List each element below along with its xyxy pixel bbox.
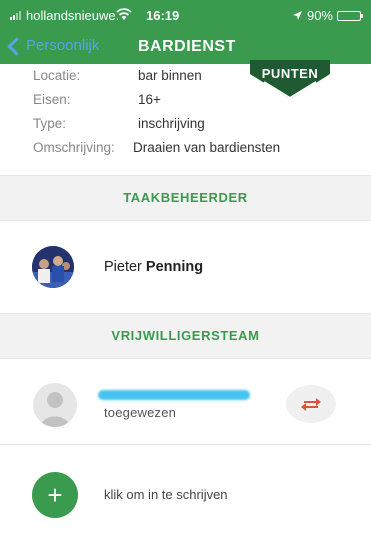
person-placeholder-icon — [41, 392, 69, 427]
volunteer-avatar[interactable] — [33, 383, 77, 427]
manager-avatar[interactable] — [32, 246, 74, 288]
detail-row-type: Type: inschrijving — [33, 112, 353, 136]
avatar-photo-image — [32, 246, 74, 288]
manager-last-name: Penning — [145, 259, 204, 275]
swap-arrows-icon — [301, 398, 321, 411]
signal-icon — [10, 11, 21, 20]
detail-label: Type: — [33, 116, 67, 131]
detail-value: Draaien van bardiensten — [133, 140, 281, 155]
location-arrow-icon — [292, 11, 302, 20]
detail-row-description: Omschrijving: Draaien van bardiensten — [33, 136, 353, 160]
assigned-status: toegewezen — [104, 405, 177, 420]
status-right: 90% — [292, 8, 363, 23]
battery-icon — [337, 10, 363, 21]
plus-icon: + — [47, 480, 63, 510]
manager-first-name: Pieter — [104, 259, 142, 275]
add-signup-button[interactable]: + — [32, 472, 78, 518]
back-button[interactable]: Persoonlijk — [7, 36, 100, 56]
section-header-team: VRIJWILLIGERSTEAM — [0, 314, 371, 358]
swap-button[interactable] — [286, 385, 336, 423]
manager-name[interactable]: Pieter Penning — [104, 259, 203, 275]
volunteer-name-redacted — [98, 390, 250, 400]
divider — [0, 358, 371, 359]
divider — [0, 220, 371, 221]
carrier-name: hollandsnieuwe. — [26, 8, 120, 23]
points-badge: PUNTEN — [250, 60, 330, 100]
detail-value: bar binnen — [138, 68, 202, 83]
points-badge-label: PUNTEN — [261, 66, 319, 81]
page-title: BARDIENST — [138, 38, 236, 55]
wifi-icon — [116, 8, 132, 20]
status-time: 16:19 — [146, 8, 180, 23]
detail-label: Omschrijving: — [33, 140, 115, 155]
battery-percent: 90% — [306, 8, 333, 23]
detail-label: Eisen: — [33, 92, 71, 107]
navigation-bar: Persoonlijk BARDIENST — [0, 30, 371, 64]
chevron-left-icon — [7, 36, 26, 56]
detail-value: inschrijving — [138, 116, 205, 131]
status-bar: hollandsnieuwe. 16:19 90% — [0, 0, 371, 30]
divider — [0, 444, 371, 445]
section-header-manager: TAAKBEHEERDER — [0, 176, 371, 220]
detail-label: Locatie: — [33, 68, 81, 83]
signup-label[interactable]: klik om in te schrijven — [104, 487, 228, 502]
status-left: hollandsnieuwe. — [10, 8, 119, 23]
back-label: Persoonlijk — [26, 37, 100, 54]
detail-value: 16+ — [138, 92, 161, 107]
